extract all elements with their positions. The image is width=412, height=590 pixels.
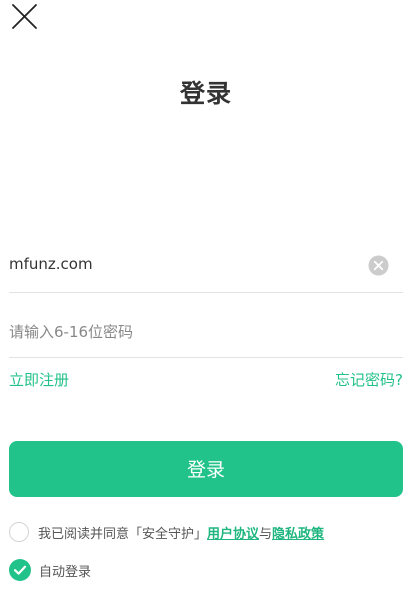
- agreement-row: 我已阅读并同意「安全守护」 用户协议 与 隐私政策: [9, 520, 324, 544]
- auto-login-checkbox[interactable]: [9, 559, 31, 581]
- page-title: 登录: [179, 79, 232, 108]
- auto-login-label: 自动登录: [39, 564, 92, 580]
- account-field: [9, 252, 403, 293]
- clear-button[interactable]: [368, 255, 389, 276]
- terms-link[interactable]: 用户协议: [207, 523, 259, 542]
- privacy-link[interactable]: 隐私政策: [272, 523, 324, 542]
- password-input[interactable]: [9, 320, 349, 344]
- close-icon: [12, 4, 37, 29]
- auto-login-row: 自动登录: [9, 558, 91, 582]
- login-button[interactable]: 登录: [9, 441, 403, 497]
- agreement-checkbox[interactable]: [9, 522, 29, 542]
- agreement-connector: 与: [259, 526, 273, 542]
- clear-icon: [368, 255, 389, 276]
- account-input[interactable]: [9, 252, 349, 276]
- forgot-password-link[interactable]: 忘记密码?: [335, 369, 403, 390]
- close-button[interactable]: [10, 2, 40, 32]
- register-link[interactable]: 立即注册: [9, 369, 69, 390]
- password-field: [9, 320, 403, 358]
- checkmark-icon: [9, 559, 31, 581]
- agreement-prefix: 我已阅读并同意「安全守护」: [38, 526, 208, 542]
